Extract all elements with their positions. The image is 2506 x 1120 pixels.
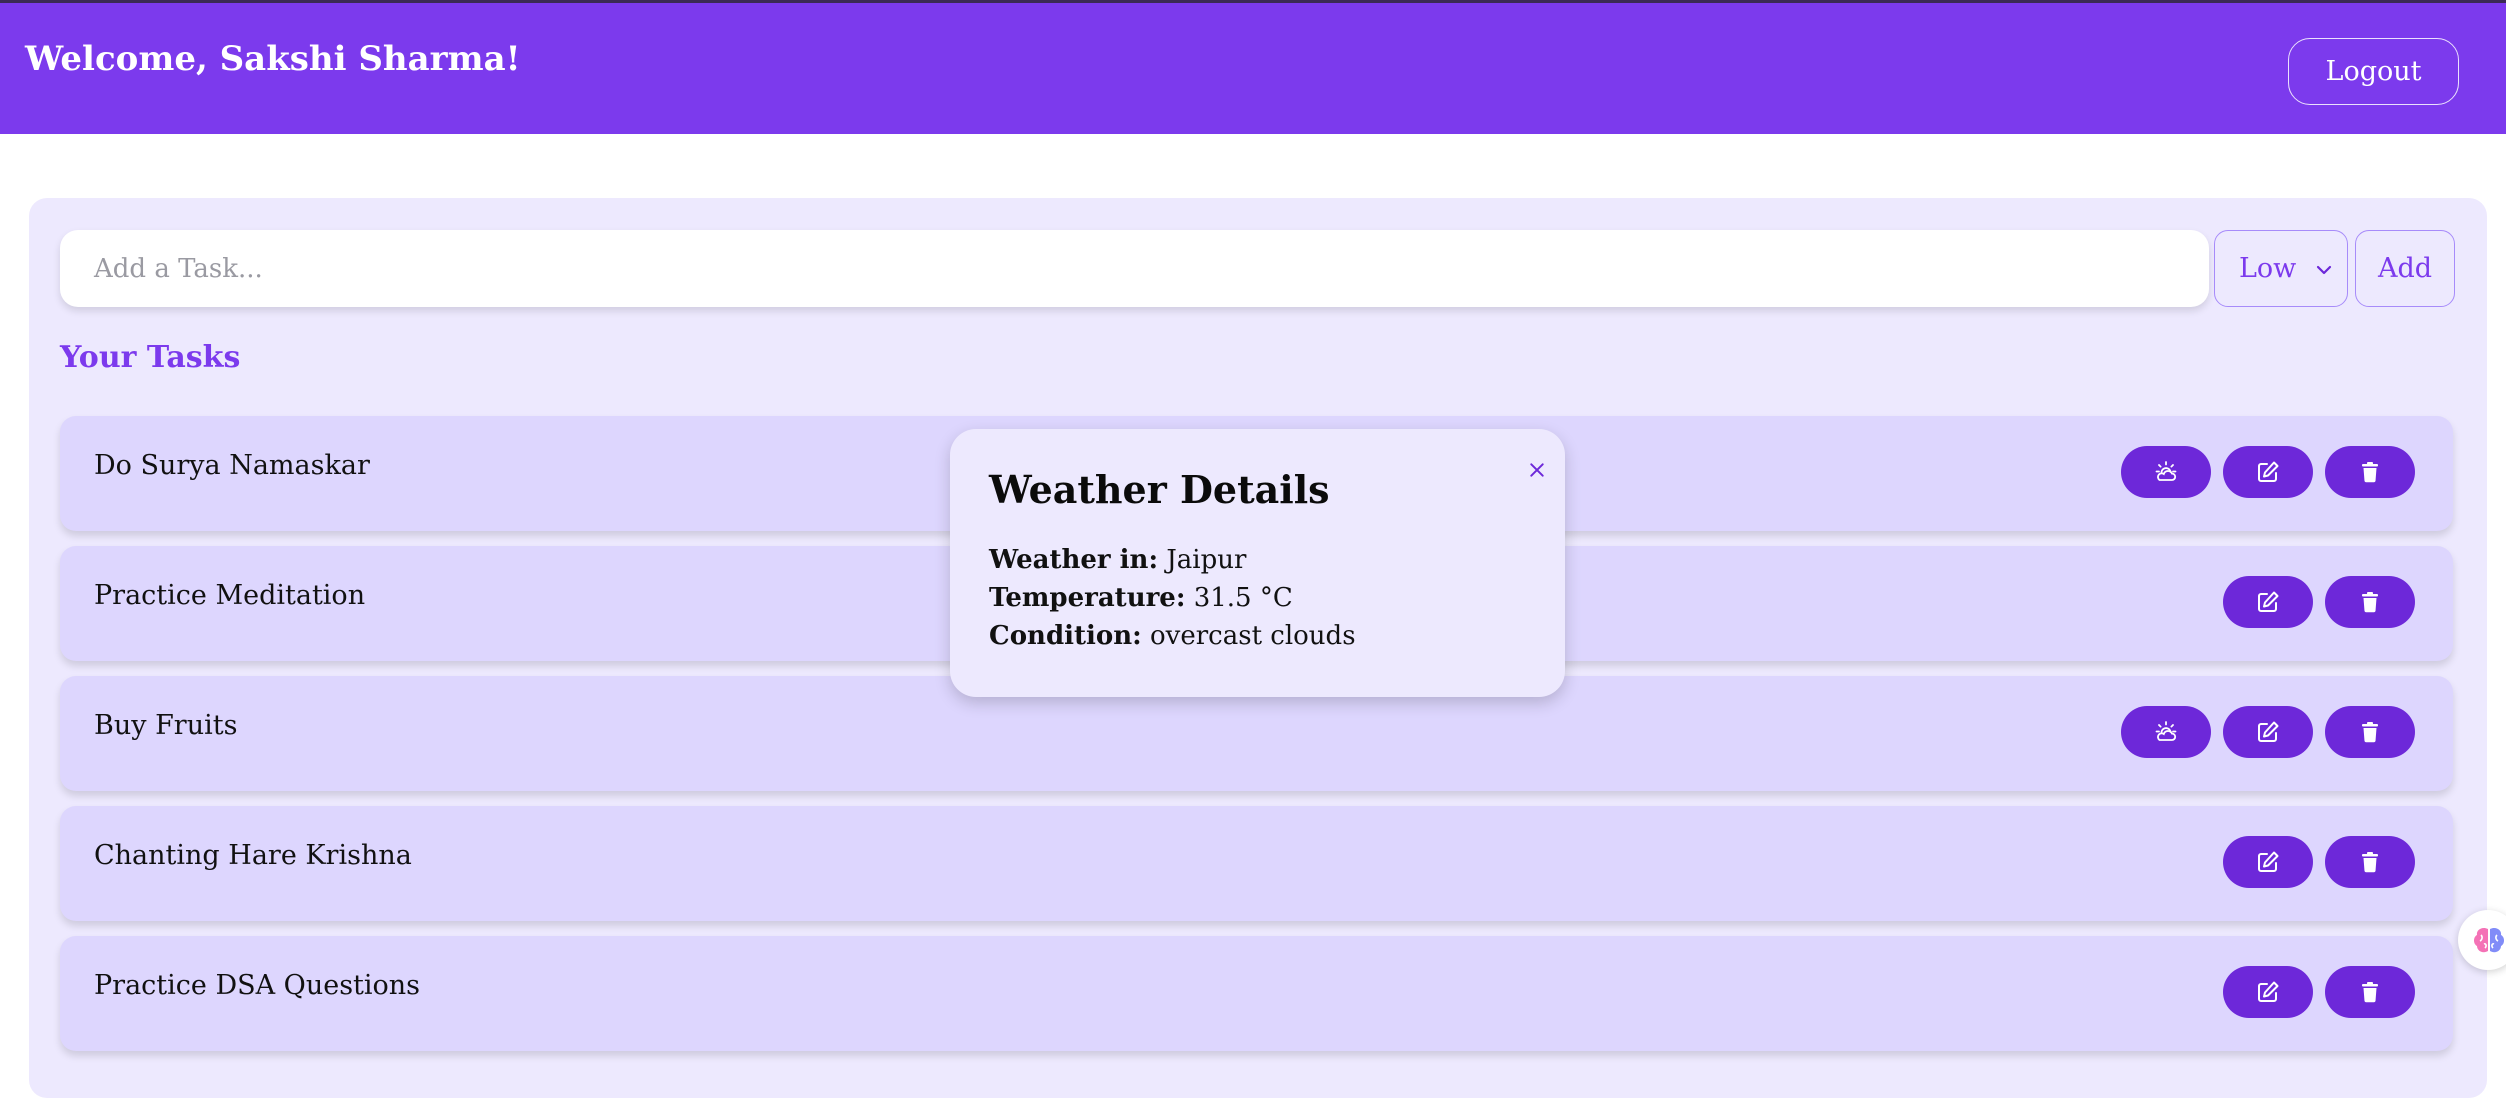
task-title: Practice Meditation	[94, 580, 366, 611]
weather-condition-line: Condition: overcast clouds	[989, 621, 1356, 651]
delete-button[interactable]	[2325, 446, 2415, 498]
weather-location-label: Weather in:	[989, 545, 1159, 575]
popup-title: Weather Details	[989, 467, 1330, 512]
delete-button[interactable]	[2325, 966, 2415, 1018]
task-input[interactable]: Add a Task...	[60, 230, 2209, 307]
weather-temperature-label: Temperature:	[989, 583, 1186, 613]
weather-temperature-line: Temperature: 31.5 °C	[989, 583, 1293, 613]
task-title: Chanting Hare Krishna	[94, 840, 412, 871]
task-row: Practice DSA Questions	[60, 936, 2453, 1051]
edit-icon	[2258, 591, 2279, 612]
trash-icon	[2362, 722, 2378, 743]
delete-button[interactable]	[2325, 576, 2415, 628]
weather-condition-label: Condition:	[989, 621, 1142, 651]
edit-icon	[2258, 851, 2279, 872]
priority-select[interactable]: Low	[2214, 230, 2348, 307]
trash-icon	[2362, 982, 2378, 1003]
tasks-heading: Your Tasks	[60, 340, 241, 375]
delete-button[interactable]	[2325, 836, 2415, 888]
delete-button[interactable]	[2325, 706, 2415, 758]
cloud-sun-icon	[2155, 721, 2177, 741]
edit-button[interactable]	[2223, 836, 2313, 888]
welcome-message: Welcome, Sakshi Sharma!	[25, 39, 521, 79]
add-task-button[interactable]: Add	[2355, 230, 2455, 307]
task-title: Buy Fruits	[94, 710, 238, 741]
edit-icon	[2258, 461, 2279, 482]
top-header: Welcome, Sakshi Sharma! Logout	[0, 0, 2506, 134]
priority-selected-value: Low	[2239, 253, 2297, 284]
trash-icon	[2362, 852, 2378, 873]
weather-location-value: Jaipur	[1166, 545, 1247, 575]
close-x-glyph	[1530, 463, 1544, 477]
edit-icon	[2258, 981, 2279, 1002]
logout-button[interactable]: Logout	[2288, 38, 2459, 105]
edit-button[interactable]	[2223, 576, 2313, 628]
task-title: Do Surya Namaskar	[94, 450, 370, 481]
edit-button[interactable]	[2223, 446, 2313, 498]
edit-button[interactable]	[2223, 966, 2313, 1018]
weather-popup: Weather Details Weather in: Jaipur Tempe…	[950, 429, 1565, 697]
edit-button[interactable]	[2223, 706, 2313, 758]
chevron-down-icon	[2316, 265, 2332, 275]
task-row: Chanting Hare Krishna	[60, 806, 2453, 921]
close-icon[interactable]	[1526, 459, 1548, 481]
trash-icon	[2362, 592, 2378, 613]
cloud-sun-icon	[2155, 461, 2177, 481]
weather-condition-value: overcast clouds	[1150, 621, 1356, 651]
weather-location-line: Weather in: Jaipur	[989, 545, 1246, 575]
brain-icon	[2474, 927, 2504, 953]
weather-button[interactable]	[2121, 446, 2211, 498]
task-title: Practice DSA Questions	[94, 970, 421, 1001]
weather-button[interactable]	[2121, 706, 2211, 758]
trash-icon	[2362, 462, 2378, 483]
weather-temperature-value: 31.5 °C	[1193, 583, 1293, 613]
edit-icon	[2258, 721, 2279, 742]
